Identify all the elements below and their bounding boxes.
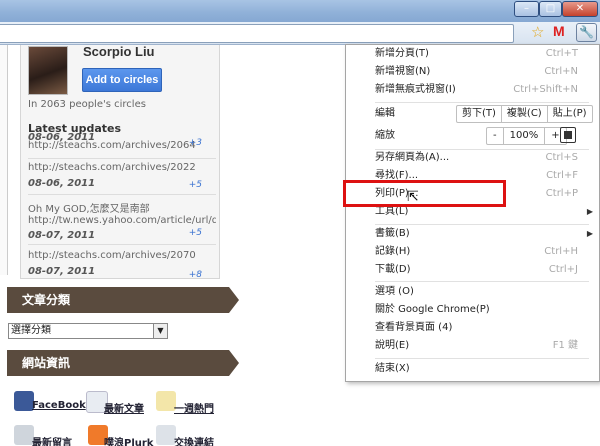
update-title[interactable]: Oh My GOD,怎麼又是南部 <box>28 200 216 215</box>
menu-item-zoom: 縮放 - 100% + <box>346 127 599 145</box>
menu-item-downloads[interactable]: 下載(D) Ctrl+J <box>346 261 599 279</box>
close-button[interactable]: ✕ <box>562 1 598 17</box>
window-titlebar: – □ ✕ <box>0 0 600 22</box>
comment-icon[interactable] <box>14 425 34 445</box>
update-url[interactable]: http://steachs.com/archives/2070 <box>28 250 216 261</box>
paste-button[interactable]: 貼上(P) <box>546 106 592 122</box>
list-item[interactable]: http://steachs.com/archives/2070 08-07, … <box>28 250 216 280</box>
menu-separator <box>375 358 589 359</box>
submenu-arrow-icon: ▶ <box>586 207 593 216</box>
maximize-icon: □ <box>545 3 556 14</box>
address-bar[interactable] <box>0 24 514 43</box>
divider <box>28 158 216 159</box>
zoom-control: - 100% + <box>486 127 567 145</box>
divider <box>28 194 216 195</box>
sidebar-link-link-exchange[interactable]: 交換連結 <box>174 434 214 446</box>
menu-item-new-tab[interactable]: 新增分頁(T) Ctrl+T <box>346 45 599 63</box>
menu-separator <box>375 281 589 282</box>
sidebar-link-latest-posts[interactable]: 最新文章 <box>104 400 144 415</box>
update-plus-count: +5 <box>188 180 202 190</box>
browser-toolbar <box>0 22 600 45</box>
category-header: 文章分類 <box>7 287 239 313</box>
sidebar-link-facebook[interactable]: FaceBook <box>32 400 86 411</box>
avatar[interactable] <box>28 46 68 95</box>
mouse-cursor-icon: ⇱ <box>407 189 419 205</box>
menu-item-edit: 編輯 剪下(T) 複製(C) 貼上(P) <box>346 105 599 123</box>
menu-item-help[interactable]: 說明(E) F1 鍵 <box>346 337 599 355</box>
divider <box>28 244 216 245</box>
list-item[interactable]: http://steachs.com/archives/2022 08-06, … <box>28 162 216 190</box>
site-info-header: 網站資訊 <box>7 350 239 376</box>
wrench-icon: 🔧 <box>579 25 594 39</box>
menu-item-background-pages[interactable]: 查看背景頁面 (4) <box>346 319 599 337</box>
menu-item-new-window[interactable]: 新增視窗(N) Ctrl+N <box>346 63 599 81</box>
list-item: 08-06, 2011 <box>28 132 216 143</box>
menu-item-history[interactable]: 記錄(H) Ctrl+H <box>346 243 599 261</box>
zoom-level: 100% <box>502 128 545 144</box>
gmail-extension-icon[interactable]: M <box>553 24 571 39</box>
minimize-button[interactable]: – <box>514 1 539 17</box>
link-icon[interactable] <box>156 425 176 445</box>
cut-button[interactable]: 剪下(T) <box>457 106 501 122</box>
copy-button[interactable]: 複製(C) <box>500 106 547 122</box>
sidebar-link-weekly-hot[interactable]: 一週熱門 <box>174 400 214 415</box>
menu-separator <box>375 102 589 103</box>
left-column-edge <box>0 45 8 275</box>
menu-item-incognito[interactable]: 新增無痕式視窗(I) Ctrl+Shift+N <box>346 81 599 99</box>
print-highlight-box <box>343 180 506 207</box>
circle-count: In 2063 people's circles <box>28 99 146 110</box>
chevron-down-icon[interactable]: ▼ <box>153 324 167 338</box>
category-select[interactable]: 選擇分類 ▼ <box>8 323 168 339</box>
facebook-icon[interactable] <box>14 391 34 411</box>
wrench-menu-button[interactable]: 🔧 <box>576 23 597 42</box>
add-to-circles-button[interactable]: Add to circles <box>82 68 162 92</box>
edit-button-group: 剪下(T) 複製(C) 貼上(P) <box>456 105 593 123</box>
sidebar-link-latest-comments[interactable]: 最新留言 <box>32 434 72 446</box>
fullscreen-icon[interactable] <box>560 127 576 143</box>
zoom-out-button[interactable]: - <box>487 128 503 144</box>
submenu-arrow-icon: ▶ <box>586 229 593 238</box>
menu-item-about[interactable]: 關於 Google Chrome(P) <box>346 301 599 319</box>
menu-item-options[interactable]: 選項 (O) <box>346 283 599 301</box>
google-plus-profile-card: Scorpio Liu Add to circles In 2063 peopl… <box>20 45 220 280</box>
close-icon: ✕ <box>575 3 585 14</box>
list-item[interactable]: Oh My GOD,怎麼又是南部 http://tw.news.yahoo.co… <box>28 200 216 241</box>
bookmark-star-icon[interactable]: ☆ <box>531 22 547 42</box>
update-plus-count: +8 <box>188 270 202 280</box>
menu-item-exit[interactable]: 結束(X) <box>346 360 599 378</box>
menu-item-bookmarks[interactable]: 書籤(B) ▶ <box>346 225 599 243</box>
minimize-icon: – <box>524 3 529 14</box>
update-date: 08-06, 2011 <box>28 132 96 143</box>
category-select-value: 選擇分類 <box>11 325 51 336</box>
menu-item-save-as[interactable]: 另存網頁為(A)... Ctrl+S <box>346 149 599 167</box>
profile-name[interactable]: Scorpio Liu <box>83 45 155 59</box>
sidebar-link-plurk[interactable]: 噗浪Plurk <box>104 434 153 446</box>
update-plus-count: +5 <box>188 228 202 238</box>
update-url[interactable]: http://tw.news.yahoo.com/article/url/d/a <box>28 215 216 226</box>
chrome-wrench-menu: 新增分頁(T) Ctrl+T 新增視窗(N) Ctrl+N 新增無痕式視窗(I) Ct… <box>345 44 600 382</box>
notepad-icon[interactable] <box>156 391 176 411</box>
maximize-button[interactable]: □ <box>539 1 562 17</box>
update-url[interactable]: http://steachs.com/archives/2022 <box>28 162 216 173</box>
